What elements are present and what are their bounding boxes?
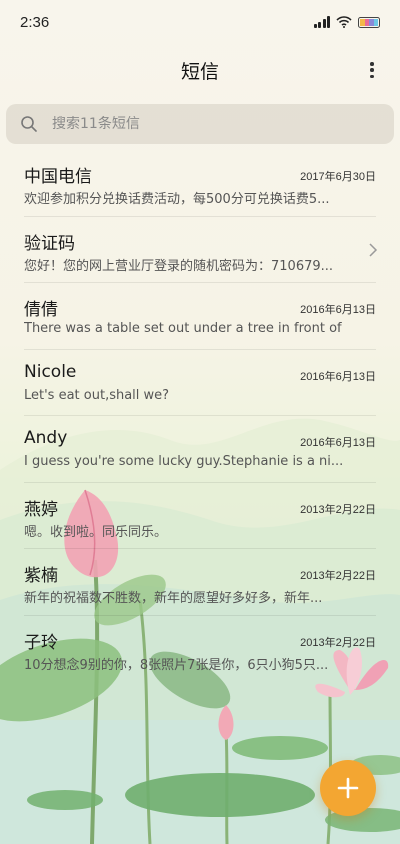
message-preview: 10分想念9别的你，8张照片7张是你，6只小狗5只... [24,657,329,673]
conversation-list: 中国电信 2017年6月30日 欢迎参加积分兑换话费活动，每500分可兑换话费5… [0,150,400,682]
status-time: 2:36 [20,13,50,31]
battery-icon [358,16,380,28]
more-options-button[interactable] [364,60,380,80]
chevron-right-icon [369,242,378,257]
conversation-row[interactable]: 倩倩 2016年6月13日 There was a table set out … [24,283,376,350]
sender-name: 燕婷 [24,499,58,520]
status-icons [313,16,380,28]
message-preview: 您好！您的网上营业厅登录的随机密码为：710679... [24,258,334,274]
sender-name: 中国电信 [24,167,92,187]
conversation-row[interactable]: 中国电信 2017年6月30日 欢迎参加积分兑换话费活动，每500分可兑换话费5… [24,150,376,217]
message-date: 2016年6月13日 [300,437,376,449]
message-date: 2013年2月22日 [300,570,376,582]
message-preview: 嗯。收到啦。同乐同乐。 [24,524,168,540]
message-preview: 欢迎参加积分兑换话费活动，每500分可兑换话费5... [24,192,330,207]
message-date: 2016年6月13日 [300,370,376,383]
signal-icon [313,16,330,28]
conversation-row[interactable]: Nicole 2016年6月13日 Let's eat out,shall we… [24,350,376,416]
conversation-row[interactable]: 燕婷 2013年2月22日 嗯。收到啦。同乐同乐。 [24,483,376,549]
conversation-row[interactable]: 验证码 您好！您的网上营业厅登录的随机密码为：710679... [24,217,378,283]
sender-name: 倩倩 [24,300,58,320]
sender-name: 紫楠 [24,566,58,586]
conversation-row[interactable]: Andy 2016年6月13日 I guess you're some luck… [24,416,376,483]
compose-button[interactable] [320,760,376,816]
message-preview: I guess you're some lucky guy.Stephanie … [24,454,342,469]
sender-name: 验证码 [24,233,75,254]
message-date: 2013年2月22日 [300,503,376,516]
search-icon [21,116,37,132]
more-vertical-icon [370,62,374,66]
message-preview: 新年的祝福数不胜数，新年的愿望好多好多，新年... [24,591,323,606]
app-header: 短信 [0,44,400,96]
conversation-row[interactable]: 子玲 2013年2月22日 10分想念9别的你，8张照片7张是你，6只小狗5只.… [24,616,376,683]
message-date: 2013年2月22日 [300,636,376,649]
search-bar[interactable] [6,104,394,144]
message-preview: Let's eat out,shall we? [24,387,170,403]
message-date: 2016年6月13日 [300,304,376,316]
page-title: 短信 [180,60,219,83]
sender-name: Andy [24,428,68,448]
sender-name: 子玲 [24,632,58,653]
plus-icon [337,777,359,799]
message-preview: There was a table set out under a tree i… [24,321,342,336]
conversation-row[interactable]: 紫楠 2013年2月22日 新年的祝福数不胜数，新年的愿望好多好多，新年... [24,549,376,616]
status-bar: 2:36 [0,0,400,44]
search-input[interactable] [52,116,352,132]
message-date: 2017年6月30日 [300,171,376,183]
wifi-icon [336,16,352,28]
sender-name: Nicole [24,361,77,382]
